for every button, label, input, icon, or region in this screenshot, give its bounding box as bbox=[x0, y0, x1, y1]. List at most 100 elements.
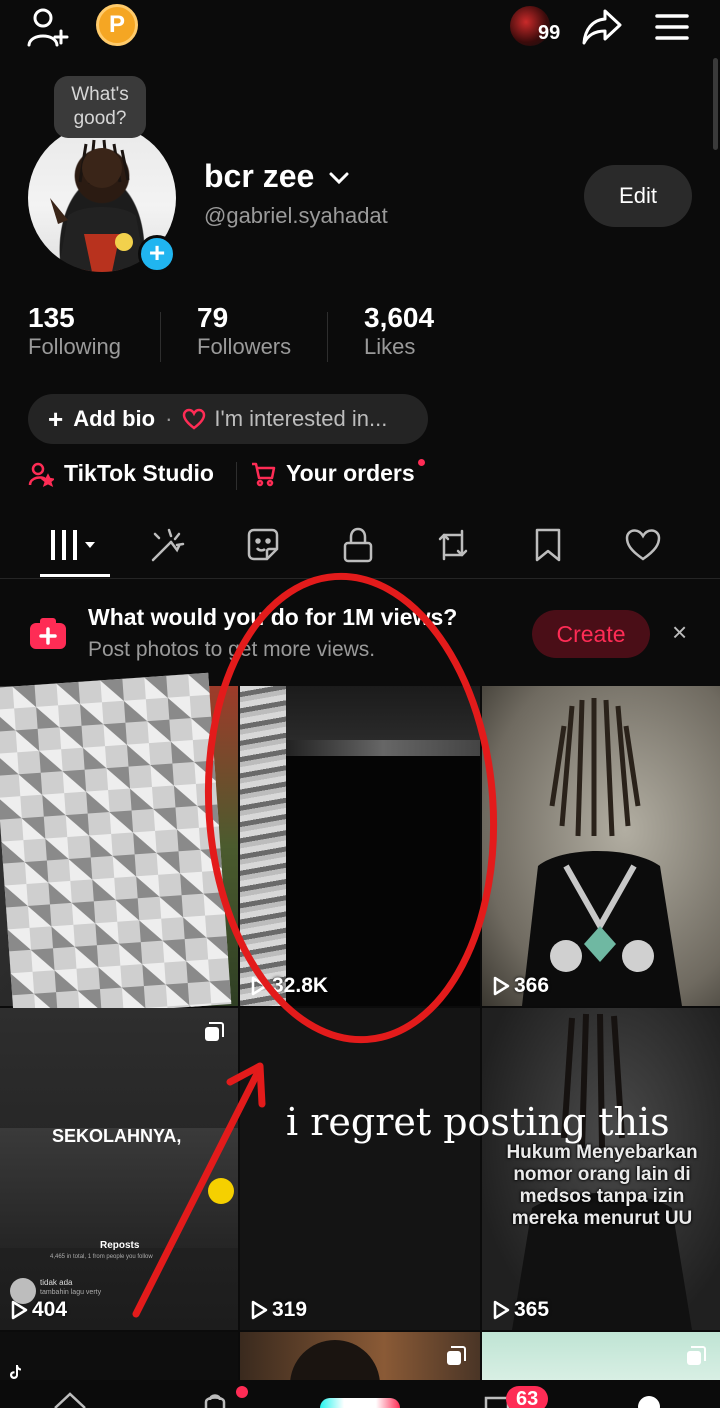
tab-videos[interactable] bbox=[25, 512, 120, 578]
tabs-divider bbox=[0, 578, 720, 579]
tab-reposts[interactable] bbox=[405, 512, 500, 578]
plus-icon: + bbox=[48, 403, 64, 434]
studio-label: TikTok Studio bbox=[64, 460, 214, 486]
video-tile[interactable] bbox=[482, 1332, 720, 1380]
stat-following[interactable]: 135 Following bbox=[28, 302, 121, 360]
video-tile[interactable]: Hukum Menyebarkan nomor orang lain di me… bbox=[482, 1008, 720, 1330]
orders-notification-dot bbox=[418, 459, 425, 466]
play-icon bbox=[251, 1300, 268, 1320]
edit-profile-button[interactable]: Edit bbox=[584, 165, 692, 227]
censor-mosaic bbox=[0, 672, 232, 1020]
tiktok-studio-link[interactable]: TikTok Studio bbox=[28, 460, 214, 487]
video-views: 404 bbox=[10, 1298, 67, 1322]
stat-divider bbox=[160, 312, 161, 362]
videos-grid-icon bbox=[50, 530, 95, 560]
reposts-sheet-title: Reposts bbox=[100, 1240, 140, 1251]
add-photo-icon bbox=[28, 615, 68, 651]
scrollbar[interactable] bbox=[713, 58, 718, 150]
likes-label: Likes bbox=[364, 334, 416, 359]
video-tile[interactable] bbox=[0, 1332, 238, 1380]
photo-carousel-icon bbox=[447, 1346, 466, 1365]
photo-carousel-icon bbox=[205, 1022, 224, 1041]
sticker-badge bbox=[208, 1178, 234, 1204]
stat-likes[interactable]: 3,604 Likes bbox=[364, 302, 434, 360]
username: @gabriel.syahadat bbox=[204, 203, 388, 228]
close-icon[interactable]: × bbox=[672, 617, 687, 648]
video-views: 32.8K bbox=[250, 974, 328, 998]
video-tile[interactable]: SEKOLAHNYA, Reposts 4,465 in total, 1 fr… bbox=[0, 1008, 238, 1330]
followers-count: 79 bbox=[197, 302, 229, 333]
profile-nav-icon[interactable] bbox=[638, 1396, 660, 1408]
bottom-navigation bbox=[0, 1380, 720, 1408]
studio-person-icon bbox=[28, 461, 54, 487]
active-tab-indicator bbox=[40, 574, 110, 577]
video-overlay-text: Hukum Menyebarkan nomor orang lain di me… bbox=[506, 1142, 698, 1229]
add-story-plus-icon[interactable]: + bbox=[138, 235, 176, 273]
video-tile[interactable]: 32.8K bbox=[240, 686, 480, 1006]
bio-pill[interactable]: + Add bio · I'm interested in... bbox=[28, 394, 428, 444]
shortcut-divider bbox=[236, 462, 237, 490]
reposts-icon bbox=[438, 529, 467, 561]
following-count: 135 bbox=[28, 302, 75, 333]
coin-icon[interactable]: P bbox=[96, 4, 138, 46]
video-tile[interactable] bbox=[240, 1332, 480, 1380]
shop-bag-icon[interactable] bbox=[200, 1390, 230, 1408]
stat-divider bbox=[327, 312, 328, 362]
followers-label: Followers bbox=[197, 334, 292, 359]
tab-highlights[interactable] bbox=[120, 512, 215, 578]
add-friend-icon[interactable] bbox=[24, 6, 72, 48]
play-icon bbox=[493, 1300, 510, 1320]
video-thumbnail-dreadlock bbox=[240, 686, 286, 1006]
stat-followers[interactable]: 79 Followers bbox=[197, 302, 291, 360]
your-orders-link[interactable]: Your orders bbox=[250, 460, 415, 487]
reposts-sheet-item: tambahin lagu verty bbox=[40, 1289, 102, 1296]
tab-saved[interactable] bbox=[500, 512, 595, 578]
following-label: Following bbox=[28, 334, 121, 359]
inbox-badge: 63 bbox=[506, 1386, 549, 1408]
heart-outline-icon bbox=[182, 408, 206, 430]
create-video-button[interactable] bbox=[320, 1398, 400, 1408]
tab-private[interactable] bbox=[310, 512, 405, 578]
video-thumbnail-ledge bbox=[286, 740, 480, 756]
video-thumbnail-person bbox=[290, 1340, 380, 1380]
video-tile[interactable]: 319 bbox=[240, 1008, 480, 1330]
photo-carousel-icon bbox=[687, 1346, 706, 1365]
saved-bookmark-icon bbox=[535, 528, 560, 562]
create-button[interactable]: Create bbox=[532, 610, 650, 658]
status-bubble[interactable]: What's good? bbox=[54, 76, 146, 138]
likes-count: 3,604 bbox=[364, 302, 435, 333]
reposts-sheet-subtitle: 4,465 in total, 1 from people you follow bbox=[50, 1254, 153, 1260]
add-bio-label[interactable]: Add bio bbox=[73, 406, 155, 432]
home-icon[interactable] bbox=[52, 1390, 88, 1408]
highlights-icon bbox=[151, 528, 184, 562]
display-name[interactable]: bcr zee bbox=[204, 158, 314, 195]
play-icon bbox=[493, 976, 510, 996]
annotation-text: i regret posting this bbox=[286, 1100, 670, 1144]
stickers-icon bbox=[247, 528, 278, 561]
share-icon[interactable] bbox=[580, 6, 624, 48]
orders-label: Your orders bbox=[286, 460, 415, 486]
video-thumbnail-person bbox=[522, 698, 682, 1006]
play-icon bbox=[251, 976, 268, 996]
liked-heart-icon bbox=[625, 529, 660, 561]
tab-liked[interactable] bbox=[595, 512, 690, 578]
profile-tabs bbox=[0, 512, 720, 578]
interested-label[interactable]: I'm interested in... bbox=[214, 406, 387, 432]
tiktok-logo-icon bbox=[10, 1365, 21, 1379]
private-lock-icon bbox=[343, 527, 372, 563]
video-tile[interactable]: 366 bbox=[482, 686, 720, 1006]
video-views: 366 bbox=[492, 974, 549, 998]
video-views: 319 bbox=[250, 1298, 307, 1322]
inbox-count: 99 bbox=[538, 22, 561, 44]
menu-icon[interactable] bbox=[652, 10, 692, 44]
cart-icon bbox=[250, 461, 276, 487]
promo-subtitle: Post photos to get more views. bbox=[88, 638, 376, 661]
video-caption: SEKOLAHNYA, bbox=[52, 1126, 182, 1146]
tab-stickers[interactable] bbox=[215, 512, 310, 578]
reposts-sheet-item: tidak ada bbox=[40, 1278, 73, 1287]
chevron-down-icon[interactable] bbox=[328, 165, 350, 191]
video-thumbnail-wall bbox=[286, 686, 480, 740]
shop-notification-dot bbox=[236, 1386, 248, 1398]
play-icon bbox=[11, 1300, 28, 1320]
bio-separator: · bbox=[165, 406, 173, 431]
